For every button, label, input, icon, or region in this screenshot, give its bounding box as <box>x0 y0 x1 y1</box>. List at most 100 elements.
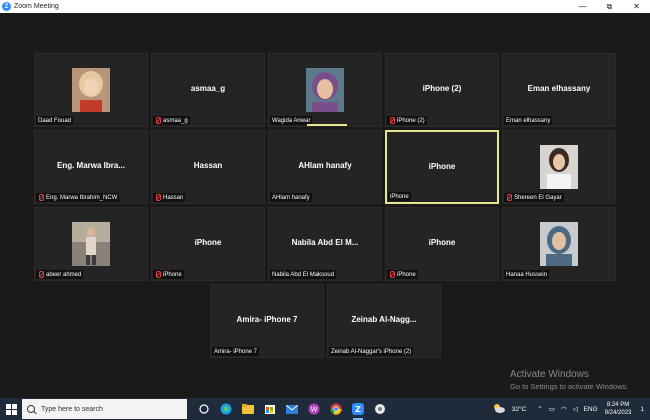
participant-photo <box>540 145 578 189</box>
mic-muted-icon <box>155 271 161 278</box>
participant-tile[interactable]: iPhone (2) iPhone (2) <box>385 53 499 127</box>
participant-display-name: Zeinab Al-Nagg... <box>351 315 417 324</box>
svg-text:W: W <box>311 406 318 414</box>
svg-text:Z: Z <box>355 405 361 414</box>
weather-icon[interactable] <box>493 403 505 415</box>
participant-tile[interactable]: asmaa_g asmaa_g <box>151 53 265 127</box>
participant-name-label: AHlam hanafy <box>272 194 310 201</box>
mic-muted-icon <box>506 194 512 201</box>
participant-tile-active-speaker[interactable]: iPhone iPhone <box>385 130 499 204</box>
participant-display-name: Hassan <box>193 161 223 170</box>
participant-photo <box>72 68 110 112</box>
mail-icon[interactable] <box>281 398 303 420</box>
network-icon[interactable]: ▭ <box>549 405 555 413</box>
participant-name-label: Daad Fouad <box>38 117 72 124</box>
participant-name-label: abeer ahmed <box>46 271 82 278</box>
search-placeholder: Type here to search <box>41 405 103 413</box>
close-button[interactable]: ✕ <box>623 0 650 13</box>
participant-name-label: Wagida Anwar <box>272 117 311 124</box>
participant-tile[interactable]: abeer ahmed <box>34 207 148 281</box>
search-icon <box>27 405 35 413</box>
windows-logo-icon <box>5 403 17 415</box>
participant-tile[interactable]: Shereen El Gayar <box>502 130 616 204</box>
windows-start-button[interactable] <box>0 398 22 420</box>
mic-muted-icon <box>155 117 161 124</box>
participant-display-name: iPhone <box>428 162 456 171</box>
participant-name-label: iPhone <box>163 271 182 278</box>
chevron-up-icon[interactable]: ⌃ <box>537 405 542 413</box>
mic-muted-icon <box>155 194 161 201</box>
zoom-icon[interactable]: Z <box>347 398 369 420</box>
edge-icon[interactable] <box>215 398 237 420</box>
participant-photo <box>306 68 344 112</box>
volume-icon[interactable]: ◁ <box>573 405 578 413</box>
window-title: Zoom Meeting <box>14 3 59 10</box>
taskbar: Type here to search W Z 32°C ⌃ ▭ ◠ ◁ ENG… <box>0 398 650 420</box>
participant-name-label: Amira- iPhone 7 <box>214 348 258 355</box>
taskbar-apps: W Z <box>193 398 391 420</box>
participant-name-label: Nabila Abd El Maksoud <box>272 271 335 278</box>
participant-display-name: iPhone (2) <box>422 84 462 93</box>
wifi-icon[interactable]: ◠ <box>561 405 567 413</box>
system-tray: 32°C ⌃ ▭ ◠ ◁ ENG 8:24 PM 9/24/2023 1 <box>490 398 650 420</box>
participant-display-name: asmaa_g <box>190 84 226 93</box>
taskbar-search-box[interactable]: Type here to search <box>22 399 187 419</box>
participant-photo <box>540 222 578 266</box>
participant-display-name: Eng. Marwa Ibra... <box>56 161 125 170</box>
mic-muted-icon <box>389 117 395 124</box>
title-bar: Z Zoom Meeting — ⧉ ✕ <box>0 0 650 13</box>
mic-muted-icon <box>389 271 395 278</box>
clock[interactable]: 8:24 PM 9/24/2023 <box>605 401 632 417</box>
participant-tile[interactable]: Amira- iPhone 7 Amira- iPhone 7 <box>210 284 324 358</box>
participant-photo <box>72 222 110 266</box>
participant-tile[interactable]: Zeinab Al-Nagg... Zeinab Al-Naggar's iPh… <box>327 284 441 358</box>
maximize-button[interactable]: ⧉ <box>596 0 623 13</box>
clock-date: 9/24/2023 <box>604 410 632 416</box>
participant-name-label: iPhone <box>390 193 409 200</box>
participant-tile[interactable]: Daad Fouad <box>34 53 148 127</box>
mic-muted-icon <box>38 271 44 278</box>
participant-display-name: Amira- iPhone 7 <box>236 315 298 324</box>
participant-tile[interactable]: Eman elhassany Eman elhassany <box>502 53 616 127</box>
participant-name-label: iPhone <box>397 271 416 278</box>
participant-tile[interactable]: Hassan Hassan <box>151 130 265 204</box>
participant-name-label: iPhone (2) <box>397 117 425 124</box>
mic-muted-icon <box>38 194 44 201</box>
watermark-title: Activate Windows <box>510 369 589 380</box>
participant-name-label: Eman elhassany <box>506 117 551 124</box>
participant-display-name: Eman elhassany <box>527 84 591 93</box>
app-icon[interactable]: W <box>303 398 325 420</box>
participant-tile[interactable]: AHlam hanafy AHlam hanafy <box>268 130 382 204</box>
task-view-icon[interactable] <box>193 398 215 420</box>
minimize-button[interactable]: — <box>569 0 596 13</box>
participant-name-label: Zeinab Al-Naggar's iPhone (2) <box>331 348 412 355</box>
participant-tile[interactable]: Eng. Marwa Ibra... Eng. Marwa Ibrahim_NC… <box>34 130 148 204</box>
participant-tile[interactable]: iPhone iPhone <box>385 207 499 281</box>
language-indicator[interactable]: ENG <box>584 406 598 413</box>
participant-name-label: asmaa_g <box>163 117 188 124</box>
speaking-indicator <box>307 124 347 126</box>
gallery-view: Daad Fouad asmaa_g asmaa_g Wagida Anwar … <box>0 13 650 398</box>
participant-name-label: Hanaa Hussein <box>506 271 548 278</box>
participant-name-label: Hassan <box>163 194 184 201</box>
participant-display-name: AHlam hanafy <box>298 161 352 170</box>
participant-tile[interactable]: Nabila Abd El M... Nabila Abd El Maksoud <box>268 207 382 281</box>
clock-time: 8:24 PM <box>606 402 630 408</box>
notification-count[interactable]: 1 <box>640 406 644 413</box>
participant-tile[interactable]: Hanaa Hussein <box>502 207 616 281</box>
photos-icon[interactable] <box>369 398 391 420</box>
participant-tile[interactable]: Wagida Anwar <box>268 53 382 127</box>
activate-windows-watermark: Activate Windows Go to Settings to activ… <box>510 369 628 391</box>
chrome-icon[interactable] <box>325 398 347 420</box>
zoom-logo-icon: Z <box>2 2 11 11</box>
temperature-text: 32°C <box>511 405 527 413</box>
participant-display-name: iPhone <box>428 238 456 247</box>
window-controls: — ⧉ ✕ <box>569 0 650 13</box>
participant-name-label: Shereen El Gayar <box>514 194 562 201</box>
participant-display-name: iPhone <box>194 238 222 247</box>
participant-tile[interactable]: iPhone iPhone <box>151 207 265 281</box>
store-icon[interactable] <box>259 398 281 420</box>
participant-name-label: Eng. Marwa Ibrahim_NCW <box>46 194 118 201</box>
participant-display-name: Nabila Abd El M... <box>291 238 359 247</box>
file-explorer-icon[interactable] <box>237 398 259 420</box>
